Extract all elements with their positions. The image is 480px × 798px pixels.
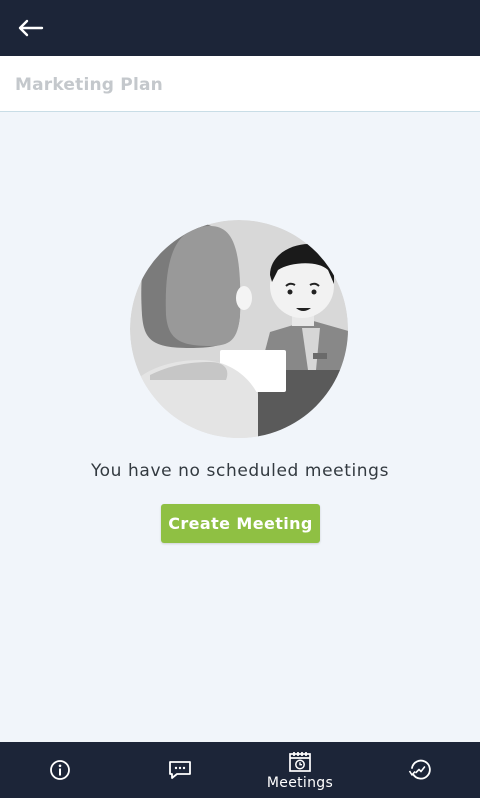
nav-label-meetings: Meetings [266,775,334,791]
chat-icon [169,761,191,779]
nav-item-chat[interactable] [120,742,240,798]
activity-icon [408,759,431,780]
create-meeting-button[interactable]: Create Meeting [161,504,320,543]
bottom-navigation: Meetings [0,742,480,798]
page-title: Marketing Plan [15,75,163,95]
arrow-left-icon [18,19,44,37]
info-icon [50,760,70,780]
empty-state-message: You have no scheduled meetings [90,461,390,481]
nav-item-meetings[interactable]: Meetings [240,742,360,798]
title-bar: Marketing Plan [0,56,480,112]
back-button[interactable] [12,12,48,44]
meetings-icon [289,752,311,772]
nav-item-info[interactable] [0,742,120,798]
meeting-illustration [130,220,348,438]
nav-item-activity[interactable] [360,742,480,798]
top-app-bar [0,0,480,56]
